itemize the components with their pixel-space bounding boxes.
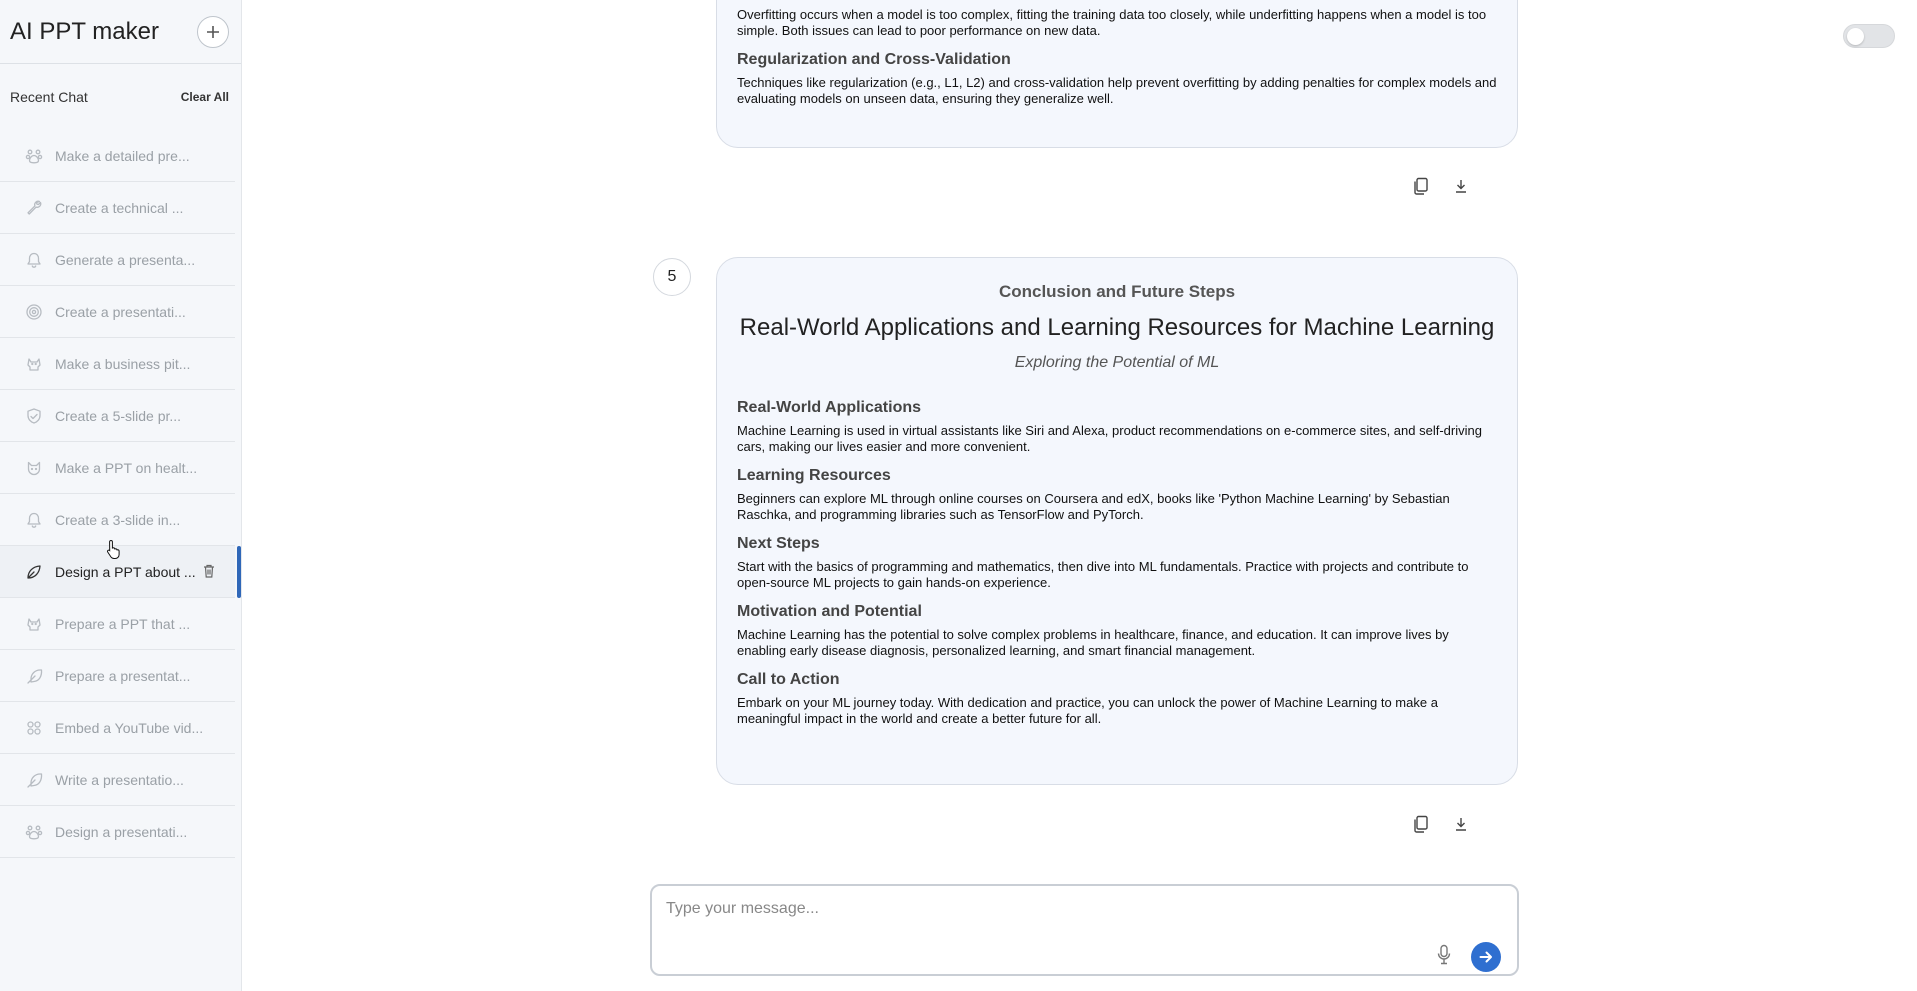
chat-history-label: Create a 5-slide pr... (55, 407, 182, 424)
chat-history-label: Create a 3-slide in... (55, 511, 181, 528)
plus-icon (207, 25, 219, 38)
recent-chat-header: Recent Chat Clear All (0, 64, 241, 130)
spiral-icon (25, 303, 43, 321)
slide-section-text: Machine Learning is used in virtual assi… (737, 423, 1482, 454)
slide-section-text: Machine Learning has the potential to so… (737, 627, 1449, 658)
slide-section-text: Start with the basics of programming and… (737, 559, 1469, 590)
chat-history-item[interactable]: Create a 3-slide in... (0, 494, 235, 546)
dog-icon (25, 355, 43, 373)
app-root: AI PPT maker Recent Chat Clear All Make … (0, 0, 1917, 991)
slide-section: Motivation and Potential Machine Learnin… (737, 603, 1497, 659)
download-button[interactable] (1453, 815, 1469, 833)
slide-title: Real-World Applications and Learning Res… (739, 314, 1495, 341)
chat-history-item[interactable]: Generate a presenta... (0, 234, 235, 286)
chat-history-item[interactable]: Prepare a PPT that ... (0, 598, 235, 650)
theme-toggle[interactable] (1843, 24, 1895, 48)
arrow-right-icon (1479, 951, 1492, 963)
app-title: AI PPT maker (10, 17, 159, 45)
paw-icon (25, 147, 43, 165)
chat-history-label: Embed a YouTube vid... (55, 719, 204, 736)
chat-history-item[interactable]: Create a technical ... (0, 182, 235, 234)
chat-history-label: Create a technical ... (55, 199, 184, 216)
chat-history-item[interactable]: Make a detailed pre... (0, 130, 235, 182)
slide-section-label: Conclusion and Future Steps (998, 282, 1236, 301)
grid-icon (25, 719, 43, 737)
message-composer (650, 884, 1519, 976)
slide-section: Next Steps Start with the basics of prog… (737, 535, 1497, 591)
clear-all-button[interactable]: Clear All (181, 90, 229, 104)
toggle-knob (1847, 28, 1864, 45)
message-input[interactable] (666, 900, 1426, 940)
slide-section-heading: Regularization and Cross-Validation (737, 51, 1011, 68)
chat-history-label: Make a PPT on healt... (55, 459, 198, 476)
copy-button[interactable] (1413, 177, 1429, 195)
chat-history-label: Prepare a PPT that ... (55, 615, 191, 632)
chat-history-item[interactable]: Create a 5-slide pr... (0, 390, 235, 442)
slide-section: Call to Action Embark on your ML journey… (737, 671, 1497, 727)
slide-section-text: Beginners can explore ML through online … (737, 491, 1450, 522)
slide-section-heading: Next Steps (737, 535, 820, 552)
send-button[interactable] (1471, 942, 1501, 972)
feather-icon (25, 667, 43, 685)
slide-subtitle: Exploring the Potential of ML (1014, 354, 1220, 371)
slide-card-previous: Overfitting occurs when a model is too c… (716, 0, 1518, 148)
chat-history-item[interactable]: Write a presentatio... (0, 754, 235, 806)
chat-history-label: Design a presentati... (55, 823, 188, 840)
sidebar-header: AI PPT maker (0, 0, 241, 64)
slide-section-text: Embark on your ML journey today. With de… (737, 695, 1438, 726)
bell-icon (25, 511, 43, 529)
download-icon (1456, 180, 1466, 193)
chat-history-item[interactable]: Prepare a presentat... (0, 650, 235, 702)
slide-section-heading: Real-World Applications (737, 399, 922, 416)
download-button[interactable] (1453, 177, 1469, 195)
chat-history-item[interactable]: Create a presentati... (0, 286, 235, 338)
recent-chat-title: Recent Chat (10, 89, 88, 105)
shield-icon (25, 407, 43, 425)
chat-list: Make a detailed pre... Create a technical… (0, 130, 241, 858)
cat-icon (25, 459, 43, 477)
paw-icon (25, 823, 43, 841)
dog-icon (25, 615, 43, 633)
chat-history-label: Create a presentati... (55, 303, 186, 320)
feather-icon (25, 771, 43, 789)
chat-history-label: Generate a presenta... (55, 251, 196, 268)
chat-history-item[interactable]: Make a business pit... (0, 338, 235, 390)
microphone-icon[interactable] (1436, 944, 1452, 966)
slide-section-text: Techniques like regularization (e.g., L1… (737, 75, 1497, 106)
slide-card: Conclusion and Future Steps Real-World A… (716, 257, 1518, 785)
new-chat-button[interactable] (197, 15, 229, 48)
slide-section-heading: Call to Action (737, 671, 840, 688)
chat-history-label: Design a PPT about ... (55, 563, 196, 580)
slide-section: Learning Resources Beginners can explore… (737, 467, 1497, 523)
trash-icon[interactable] (202, 563, 216, 579)
copy-icon (1414, 177, 1428, 195)
sidebar: AI PPT maker Recent Chat Clear All Make … (0, 0, 242, 991)
slide-section: Real-World Applications Machine Learning… (737, 399, 1497, 455)
slide-number-badge: 5 (653, 258, 691, 296)
active-indicator (237, 546, 241, 598)
slide-section-text: Overfitting occurs when a model is too c… (737, 7, 1487, 38)
slide-section: Overfitting occurs when a model is too c… (737, 7, 1497, 39)
slide-section: Regularization and Cross-Validation Tech… (737, 51, 1497, 107)
chat-history-item[interactable]: Design a PPT about ... (0, 546, 241, 598)
main-area: Overfitting occurs when a model is too c… (242, 0, 1917, 991)
slide-section-heading: Motivation and Potential (737, 603, 922, 620)
slide-actions (1413, 815, 1469, 833)
chat-history-label: Make a detailed pre... (55, 147, 190, 164)
wrench-icon (25, 199, 43, 217)
copy-icon (1414, 815, 1428, 833)
chat-history-item[interactable]: Embed a YouTube vid... (0, 702, 235, 754)
slide-section-heading: Learning Resources (737, 467, 891, 484)
copy-button[interactable] (1413, 815, 1429, 833)
chat-history-item[interactable]: Design a presentati... (0, 806, 235, 858)
leaf-icon (25, 563, 43, 581)
bell-icon (25, 251, 43, 269)
chat-history-label: Write a presentatio... (55, 771, 184, 788)
chat-history-label: Prepare a presentat... (55, 667, 191, 684)
chat-history-item[interactable]: Make a PPT on healt... (0, 442, 235, 494)
chat-history-label: Make a business pit... (55, 355, 191, 372)
slide-actions (1413, 177, 1469, 195)
download-icon (1456, 818, 1466, 831)
